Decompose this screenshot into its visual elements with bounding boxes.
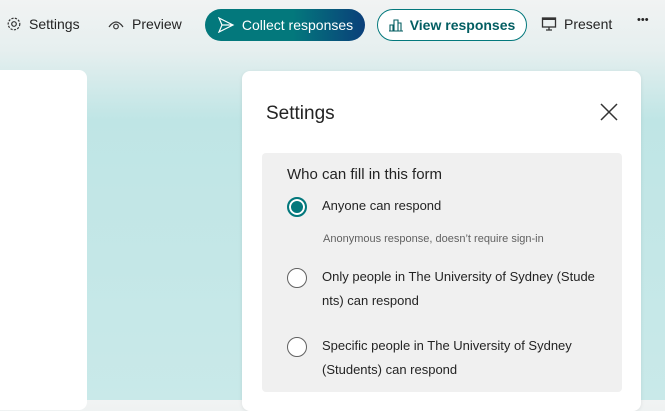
monitor-icon <box>541 17 557 31</box>
gear-icon <box>7 17 21 31</box>
option-anyone[interactable]: Anyone can respond <box>287 196 602 217</box>
option-description: Anonymous response, doesn’t require sign… <box>323 233 544 245</box>
settings-button[interactable]: Settings <box>6 16 80 32</box>
send-icon <box>217 17 235 33</box>
form-card <box>0 70 87 410</box>
radio-selected[interactable] <box>287 197 307 217</box>
option-label: Specific people in The University of Syd… <box>322 338 572 377</box>
more-options-button[interactable]: ••• <box>637 14 649 26</box>
view-label: View responses <box>409 17 516 33</box>
preview-label: Preview <box>132 16 182 32</box>
toolbar: Settings Preview Collect responses View … <box>0 0 665 50</box>
bar-chart-icon <box>388 19 403 32</box>
more-icon: ••• <box>637 14 649 26</box>
option-label: Only people in The University of Sydney … <box>322 269 595 308</box>
radio-unselected[interactable] <box>287 337 307 357</box>
present-button[interactable]: Present <box>541 16 612 32</box>
radio-unselected[interactable] <box>287 268 307 288</box>
panel-title: Settings <box>266 103 335 124</box>
present-label: Present <box>564 16 613 32</box>
option-organization[interactable]: Only people in The University of Sydney … <box>287 267 598 313</box>
collect-responses-button[interactable]: Collect responses <box>205 9 365 41</box>
who-can-fill-section: Who can fill in this form Anyone can res… <box>262 153 622 392</box>
option-label: Anyone can respond <box>322 198 442 213</box>
close-icon[interactable] <box>598 101 620 123</box>
eye-icon <box>108 21 124 30</box>
view-responses-button[interactable]: View responses <box>377 9 527 41</box>
option-specific-people[interactable]: Specific people in The University of Syd… <box>287 336 598 382</box>
settings-label: Settings <box>29 16 80 32</box>
settings-panel: Settings Who can fill in this form Anyon… <box>242 71 641 411</box>
collect-label: Collect responses <box>241 17 354 33</box>
section-heading: Who can fill in this form <box>287 166 443 183</box>
preview-button[interactable]: Preview <box>107 16 182 32</box>
